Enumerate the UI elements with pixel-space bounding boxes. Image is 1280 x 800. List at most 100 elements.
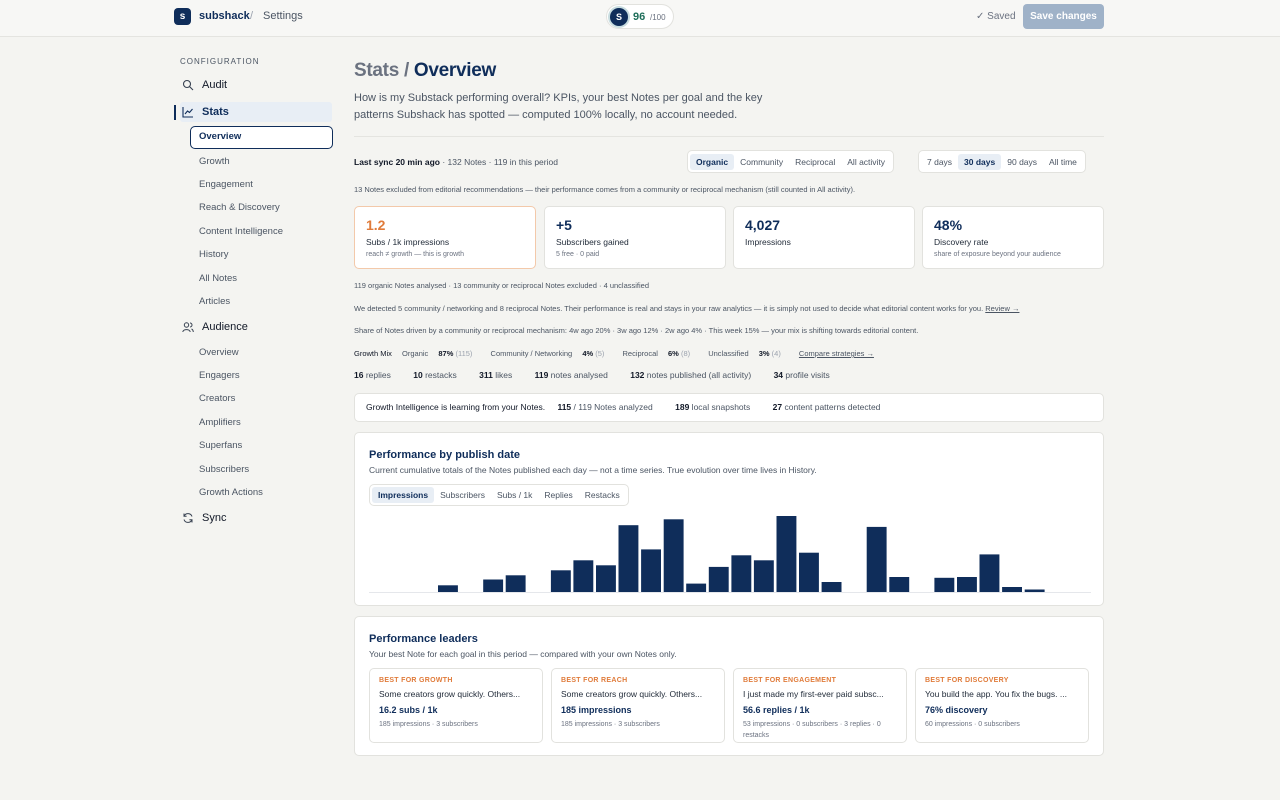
- chart-bar[interactable]: [505, 575, 526, 592]
- range-30-days[interactable]: 30 days: [958, 153, 1002, 170]
- leaders-title: Performance leaders: [369, 633, 478, 645]
- chart-bar[interactable]: [957, 577, 977, 592]
- chart-bar[interactable]: [686, 583, 707, 592]
- filter-reciprocal[interactable]: Reciprocal: [789, 154, 841, 170]
- chart-bar[interactable]: [573, 560, 594, 592]
- filter-community[interactable]: Community: [734, 154, 789, 170]
- count-notes-published: 132 notes published (all activity): [630, 370, 752, 380]
- sidebar-subitem-growth[interactable]: Growth: [199, 156, 230, 167]
- brand-name[interactable]: subshack: [199, 10, 250, 22]
- range-all-time[interactable]: All time: [1043, 154, 1083, 170]
- sidebar-subitem-engagement[interactable]: Engagement: [199, 179, 253, 190]
- sidebar-subitem-all-notes[interactable]: All Notes: [199, 273, 237, 284]
- leader-metric: 185 impressions: [561, 705, 632, 715]
- gi-text: Growth Intelligence is learning from you…: [366, 402, 546, 412]
- leader-detail: 185 impressions · 3 subscribers: [561, 721, 660, 728]
- chart-bar[interactable]: [821, 582, 842, 592]
- chart-bar[interactable]: [1024, 589, 1045, 593]
- filter-all-activity[interactable]: All activity: [841, 154, 891, 170]
- mix-organic: Organic 87% (115): [402, 349, 473, 358]
- sidebar-subitem-reach-discovery[interactable]: Reach & Discovery: [199, 202, 280, 213]
- leader-metric: 76% discovery: [925, 705, 988, 715]
- breadcrumb-separator: /: [250, 10, 254, 22]
- kpi-sub: reach ≠ growth — this is growth: [366, 251, 464, 258]
- chart-bar[interactable]: [753, 560, 774, 592]
- save-changes-button[interactable]: Save changes: [1023, 4, 1104, 29]
- range-90-days[interactable]: 90 days: [1001, 154, 1043, 170]
- leader-metric: 16.2 subs / 1k: [379, 705, 438, 715]
- sidebar-subitem-overview[interactable]: Overview: [190, 126, 333, 149]
- chart-bar[interactable]: [934, 577, 955, 592]
- chart-bar[interactable]: [708, 566, 729, 592]
- review-link[interactable]: Review →: [985, 304, 1019, 313]
- compare-strategies-link[interactable]: Compare strategies →: [799, 349, 874, 358]
- tab-impressions[interactable]: Impressions: [372, 487, 435, 503]
- sidebar-subitem-creators[interactable]: Creators: [199, 393, 235, 404]
- sidebar-subitem-engagers[interactable]: Engagers: [199, 370, 240, 381]
- chart-subtitle: Current cumulative totals of the Notes p…: [369, 465, 817, 475]
- sidebar-subitem-growth-actions[interactable]: Growth Actions: [199, 487, 263, 498]
- sidebar-subitem-content-intelligence[interactable]: Content Intelligence: [199, 226, 283, 237]
- mix-reciprocal: Reciprocal 6% (8): [622, 349, 691, 358]
- top-bar: s subshack / Settings S 96 /100 ✓ Saved …: [0, 0, 1280, 37]
- app-logo[interactable]: s: [174, 8, 191, 25]
- count-restacks: 10 restacks: [413, 370, 457, 380]
- count-likes: 311 likes: [479, 370, 513, 380]
- tab-subs-per-1k[interactable]: Subs / 1k: [491, 487, 538, 503]
- chart-bar[interactable]: [550, 570, 571, 592]
- chart-bar[interactable]: [889, 577, 910, 592]
- chart-bar[interactable]: [799, 552, 819, 592]
- tab-subscribers[interactable]: Subscribers: [434, 487, 491, 503]
- sidebar-subitem-subscribers[interactable]: Subscribers: [199, 464, 249, 475]
- chart-bar[interactable]: [866, 526, 887, 592]
- sidebar-subitem-audience-overview[interactable]: Overview: [199, 347, 239, 358]
- chart-bar[interactable]: [596, 565, 616, 592]
- sidebar-item-audience[interactable]: Audience: [180, 317, 332, 337]
- leader-card-reach[interactable]: BEST FOR REACH Some creators grow quickl…: [551, 668, 725, 743]
- sidebar-item-stats[interactable]: Stats: [180, 102, 332, 122]
- count-notes-analysed: 119 notes analysed: [534, 370, 608, 380]
- chart-bar[interactable]: [776, 516, 797, 592]
- performance-chart-card: Performance by publish date Current cumu…: [354, 432, 1104, 606]
- leader-card-discovery[interactable]: BEST FOR DISCOVERY You build the app. Yo…: [915, 668, 1089, 743]
- divider: [354, 136, 1104, 137]
- tab-replies[interactable]: Replies: [538, 487, 578, 503]
- range-filter: 7 days 30 days 90 days All time: [918, 150, 1086, 173]
- leaders-subtitle: Your best Note for each goal in this per…: [369, 649, 677, 659]
- leader-tag: BEST FOR REACH: [561, 677, 628, 684]
- range-7-days[interactable]: 7 days: [921, 154, 958, 170]
- chart-bar[interactable]: [438, 585, 458, 592]
- kpi-value: 1.2: [366, 217, 386, 233]
- kpi-value: 4,027: [745, 217, 781, 233]
- chart-bar[interactable]: [663, 519, 684, 592]
- chart-bar[interactable]: [1002, 587, 1022, 592]
- leader-text: You build the app. You fix the bugs. ...: [925, 689, 1067, 699]
- score-badge[interactable]: S 96 /100: [606, 4, 674, 29]
- chart-bar[interactable]: [979, 554, 1000, 592]
- gi-analyzed: 115 / 119 Notes analyzed: [557, 402, 653, 412]
- sidebar-subitem-amplifiers[interactable]: Amplifiers: [199, 417, 241, 428]
- performance-leaders-card: Performance leaders Your best Note for e…: [354, 616, 1104, 756]
- sidebar-subitem-superfans[interactable]: Superfans: [199, 440, 242, 451]
- sidebar-item-label: Audience: [202, 321, 248, 333]
- chart-bar[interactable]: [483, 579, 504, 593]
- sidebar-item-sync[interactable]: Sync: [180, 508, 332, 528]
- page-title: Stats / Overview: [354, 60, 497, 81]
- sidebar-subitem-articles[interactable]: Articles: [199, 296, 230, 307]
- chart-bar[interactable]: [618, 525, 639, 592]
- filter-organic[interactable]: Organic: [690, 153, 735, 170]
- users-icon: [182, 322, 194, 333]
- leader-card-engagement[interactable]: BEST FOR ENGAGEMENT I just made my first…: [733, 668, 907, 743]
- sidebar-item-audit[interactable]: Audit: [180, 75, 332, 95]
- kpi-subscribers-gained: +5 Subscribers gained 5 free · 0 paid: [544, 206, 726, 269]
- tab-restacks[interactable]: Restacks: [579, 487, 626, 503]
- leader-card-growth[interactable]: BEST FOR GROWTH Some creators grow quick…: [369, 668, 543, 743]
- sidebar-subitem-history[interactable]: History: [199, 249, 229, 260]
- leader-tag: BEST FOR GROWTH: [379, 677, 453, 684]
- chart-bar[interactable]: [641, 549, 661, 592]
- chart-bar[interactable]: [731, 555, 752, 592]
- count-profile-visits: 34 profile visits: [773, 370, 830, 380]
- leader-detail: 185 impressions · 3 subscribers: [379, 721, 478, 728]
- kpi-subs-per-1k: 1.2 Subs / 1k impressions reach ≠ growth…: [354, 206, 536, 269]
- activity-filter: Organic Community Reciprocal All activit…: [687, 150, 895, 173]
